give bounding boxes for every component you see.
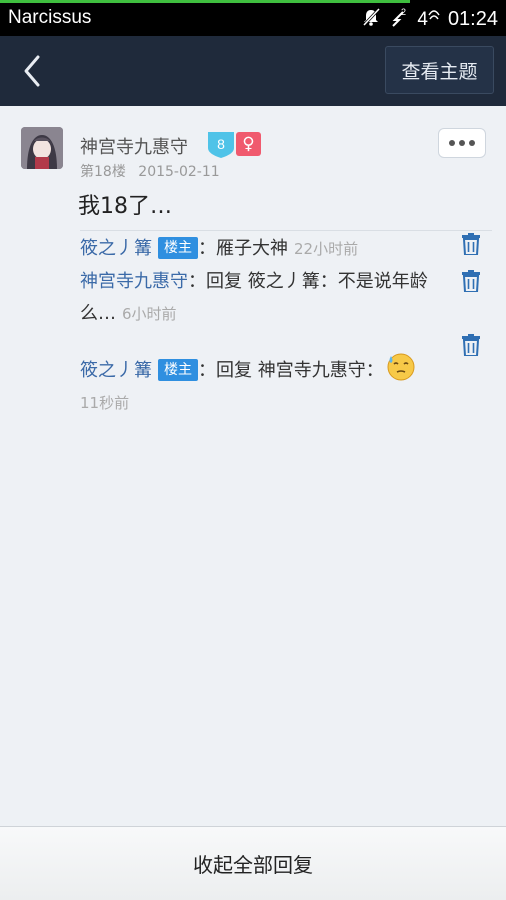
status-bar: Narcissus 2 4 01:24 xyxy=(0,0,506,36)
signal-icon: 2 xyxy=(389,6,409,33)
post-body: 我18了… xyxy=(78,194,172,219)
gender-badge: ♀ xyxy=(236,132,261,156)
nav-bar: 查看主题 xyxy=(0,36,506,106)
wifi-icon xyxy=(428,9,440,19)
post-date: 2015-02-11 xyxy=(138,164,220,180)
signal-superscript: 2 xyxy=(401,7,406,17)
delete-reply-button[interactable] xyxy=(461,334,481,357)
reply-item[interactable]: 神宫寺九惠守：回复 筱之丿篝：不是说年龄么… 6小时前 xyxy=(80,266,460,330)
post-author[interactable]: 神宫寺九惠守 xyxy=(80,133,188,159)
trash-icon xyxy=(462,334,480,357)
reply-item[interactable]: 筱之丿篝 楼主 ：回复 神宫寺九惠守： 11秒前 xyxy=(80,352,460,419)
divider xyxy=(80,230,492,231)
status-accent-line xyxy=(0,0,410,3)
delete-reply-button[interactable] xyxy=(461,270,481,293)
avatar[interactable] xyxy=(21,127,63,169)
back-button[interactable] xyxy=(18,52,54,90)
reply-separator: ： xyxy=(198,238,216,259)
trash-icon xyxy=(462,233,480,256)
network-label: 4 xyxy=(417,9,440,31)
chevron-left-icon xyxy=(24,55,40,87)
trash-icon xyxy=(462,270,480,293)
reply-thread: 神宫寺九惠守 8 ♀ 第18楼 2015-02-11 我18了… 筱之丿篝 楼主：… xyxy=(0,106,506,826)
level-number: 8 xyxy=(217,136,225,152)
level-badge: 8 xyxy=(206,130,236,164)
delete-reply-button[interactable] xyxy=(461,233,481,256)
clock: 01:24 xyxy=(447,8,498,30)
reply-time: 11秒前 xyxy=(80,394,130,412)
reply-item[interactable]: 筱之丿篝 楼主 ：雁子大神 22小时前 xyxy=(80,233,460,265)
network-number: 4 xyxy=(417,8,428,30)
reply-text: 雁子大神 xyxy=(216,238,288,259)
collapse-all-replies-button[interactable]: 收起全部回复 xyxy=(0,826,506,900)
op-tag: 楼主 xyxy=(158,359,198,381)
reply-separator: ： xyxy=(198,360,216,381)
op-tag: 楼主 xyxy=(158,237,198,259)
sweat-emoji-icon xyxy=(387,353,415,381)
mute-bell-icon xyxy=(361,7,381,32)
floor-meta: 第18楼 2015-02-11 xyxy=(80,161,220,181)
more-dot-icon xyxy=(459,140,465,146)
view-topic-button[interactable]: 查看主题 xyxy=(385,46,494,94)
more-dot-icon xyxy=(449,140,455,146)
collapse-label: 收起全部回复 xyxy=(193,853,313,877)
more-options-button[interactable] xyxy=(438,128,486,158)
reply-username[interactable]: 筱之丿篝 xyxy=(80,360,152,381)
more-dot-icon xyxy=(469,140,475,146)
floor-number: 第18楼 xyxy=(80,164,126,180)
reply-text: 回复 神宫寺九惠守： xyxy=(216,360,384,381)
carrier-name: Narcissus xyxy=(8,7,92,28)
reply-time: 6小时前 xyxy=(122,305,177,323)
reply-time: 22小时前 xyxy=(294,240,359,258)
reply-username[interactable]: 筱之丿篝 xyxy=(80,238,152,259)
reply-username[interactable]: 神宫寺九惠守 xyxy=(80,271,188,292)
reply-separator: ： xyxy=(188,271,206,292)
status-icons: 2 4 01:24 xyxy=(361,6,498,33)
